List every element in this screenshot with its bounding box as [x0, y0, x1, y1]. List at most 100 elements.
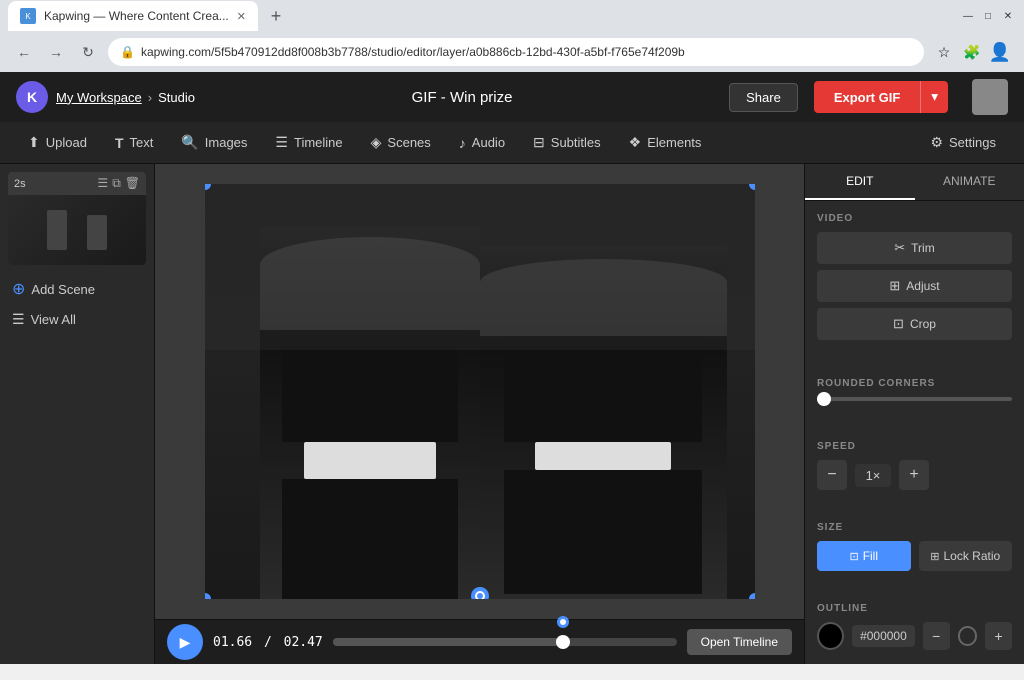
bookmark-icon[interactable]: ☆: [932, 40, 956, 64]
timeline-icon: ☰: [275, 134, 288, 151]
timeline-thumb[interactable]: [556, 635, 570, 649]
forward-btn[interactable]: →: [44, 40, 68, 64]
fill-btn[interactable]: ⊡ Fill: [817, 541, 911, 571]
brand-avatar: K: [16, 81, 48, 113]
upload-btn[interactable]: ⬆ Upload: [16, 128, 99, 157]
workspace-link[interactable]: My Workspace: [56, 90, 142, 105]
minimize-btn[interactable]: —: [960, 8, 976, 24]
brand-initial: K: [27, 89, 37, 105]
view-all-btn[interactable]: ☰ View All: [8, 305, 146, 334]
project-title: GIF - Win prize: [211, 89, 713, 106]
breadcrumb: My Workspace › Studio: [56, 90, 195, 105]
timeline-btn[interactable]: ☰ Timeline: [263, 128, 354, 157]
size-label: SIZE: [817, 522, 1012, 533]
scene-list-icon[interactable]: ☰: [97, 176, 108, 191]
outline-color-swatch[interactable]: [817, 622, 844, 650]
adjust-btn[interactable]: ⊞ Adjust: [817, 270, 1012, 302]
crop-icon: ⊡: [893, 316, 904, 332]
outline-color-hex[interactable]: #000000: [852, 625, 915, 647]
scene-card[interactable]: 2s ☰ ⧉ 🗑: [8, 172, 146, 265]
profile-icon[interactable]: 👤: [988, 40, 1012, 64]
profile-picture[interactable]: [972, 79, 1008, 115]
window-controls: — □ ✕: [960, 8, 1016, 24]
total-time: 02.47: [284, 635, 323, 650]
scene-delete-icon[interactable]: 🗑: [125, 176, 140, 191]
new-tab-btn[interactable]: +: [262, 2, 290, 30]
crop-btn[interactable]: ⊡ Crop: [817, 308, 1012, 340]
url-input[interactable]: 🔒 kapwing.com/5f5b470912dd8f008b3b7788/s…: [108, 38, 924, 66]
text-btn[interactable]: T Text: [103, 129, 165, 157]
address-actions: ☆ 🧩 👤: [932, 40, 1012, 64]
title-bar: K Kapwing — Where Content Crea... ✕ + — …: [0, 0, 1024, 32]
tab-animate[interactable]: ANIMATE: [915, 164, 1024, 200]
rounded-corners-track[interactable]: [817, 397, 1012, 401]
maximize-btn[interactable]: □: [980, 8, 996, 24]
fill-icon: ⊡: [849, 550, 858, 563]
top-nav: K My Workspace › Studio GIF - Win prize …: [0, 72, 1024, 122]
play-icon: ▶: [180, 634, 191, 651]
tab-edit[interactable]: EDIT: [805, 164, 915, 200]
play-button[interactable]: ▶: [167, 624, 203, 660]
speed-section: SPEED − 1× +: [805, 429, 1024, 502]
back-btn[interactable]: ←: [12, 40, 36, 64]
app-container: K My Workspace › Studio GIF - Win prize …: [0, 72, 1024, 664]
open-timeline-btn[interactable]: Open Timeline: [687, 629, 792, 655]
outline-plus-btn[interactable]: +: [985, 622, 1012, 650]
scene-icons: ☰ ⧉ 🗑: [97, 176, 140, 191]
right-panel: EDIT ANIMATE VIDEO ✂ Trim ⊞ Adjust ⊡ Cro…: [804, 164, 1024, 664]
canvas-wrapper[interactable]: [155, 164, 804, 619]
outline-row: #000000 − +: [817, 622, 1012, 650]
timeline-track[interactable]: [333, 638, 677, 646]
upload-icon: ⬆: [28, 134, 40, 151]
scenes-btn[interactable]: ◈ Scenes: [359, 128, 443, 157]
size-section: SIZE ⊡ Fill ⊞ Lock Ratio: [805, 510, 1024, 583]
panel-tabs: EDIT ANIMATE: [805, 164, 1024, 201]
size-row: ⊡ Fill ⊞ Lock Ratio: [817, 541, 1012, 571]
lock-ratio-btn[interactable]: ⊞ Lock Ratio: [919, 541, 1013, 571]
browser-tab[interactable]: K Kapwing — Where Content Crea... ✕: [8, 1, 258, 31]
subtitles-btn[interactable]: ⊟ Subtitles: [521, 128, 613, 157]
audio-btn[interactable]: ♪ Audio: [447, 129, 517, 157]
rounded-corners-thumb[interactable]: [817, 392, 831, 406]
subtitles-icon: ⊟: [533, 134, 545, 151]
playhead-tick: [557, 616, 569, 628]
timeline-progress: [333, 638, 563, 646]
scene-thumbnail: [8, 195, 146, 265]
settings-btn[interactable]: ⚙ Settings: [918, 128, 1008, 157]
speed-plus-btn[interactable]: +: [899, 460, 929, 490]
export-button[interactable]: Export GIF: [814, 81, 920, 113]
refresh-btn[interactable]: ↻: [76, 40, 100, 64]
add-scene-icon: ⊕: [12, 279, 25, 299]
add-scene-btn[interactable]: ⊕ Add Scene: [8, 273, 146, 305]
studio-label: Studio: [158, 90, 195, 105]
view-all-icon: ☰: [12, 311, 25, 328]
left-sidebar: 2s ☰ ⧉ 🗑 ⊕: [0, 164, 155, 664]
video-frame[interactable]: [205, 184, 755, 599]
outline-label: OUTLINE: [817, 603, 1012, 614]
url-text: kapwing.com/5f5b470912dd8f008b3b7788/stu…: [141, 45, 685, 59]
export-dropdown-btn[interactable]: ▾: [920, 81, 948, 113]
audio-icon: ♪: [459, 135, 466, 151]
add-scene-label: Add Scene: [31, 282, 95, 297]
address-bar: ← → ↻ 🔒 kapwing.com/5f5b470912dd8f008b3b…: [0, 32, 1024, 72]
timeline-track-container[interactable]: [333, 638, 677, 646]
scene-copy-icon[interactable]: ⧉: [112, 176, 121, 191]
video-section: VIDEO ✂ Trim ⊞ Adjust ⊡ Crop: [805, 201, 1024, 358]
view-all-label: View All: [31, 312, 76, 327]
elements-btn[interactable]: ❖ Elements: [617, 128, 714, 157]
share-button[interactable]: Share: [729, 83, 798, 112]
trim-btn[interactable]: ✂ Trim: [817, 232, 1012, 264]
video-section-label: VIDEO: [817, 213, 1012, 224]
scene-duration: 2s: [14, 178, 26, 190]
current-time: 01.66: [213, 635, 252, 650]
trim-icon: ✂: [894, 240, 905, 256]
images-btn[interactable]: 🔍 Images: [169, 128, 259, 157]
close-btn[interactable]: ✕: [1000, 8, 1016, 24]
outline-section: OUTLINE #000000 − +: [805, 591, 1024, 662]
tab-close-btn[interactable]: ✕: [237, 10, 246, 23]
extensions-icon[interactable]: 🧩: [960, 40, 984, 64]
elements-icon: ❖: [629, 134, 642, 151]
handle-bottom-mid[interactable]: [471, 587, 489, 599]
speed-minus-btn[interactable]: −: [817, 460, 847, 490]
outline-minus-btn[interactable]: −: [923, 622, 950, 650]
